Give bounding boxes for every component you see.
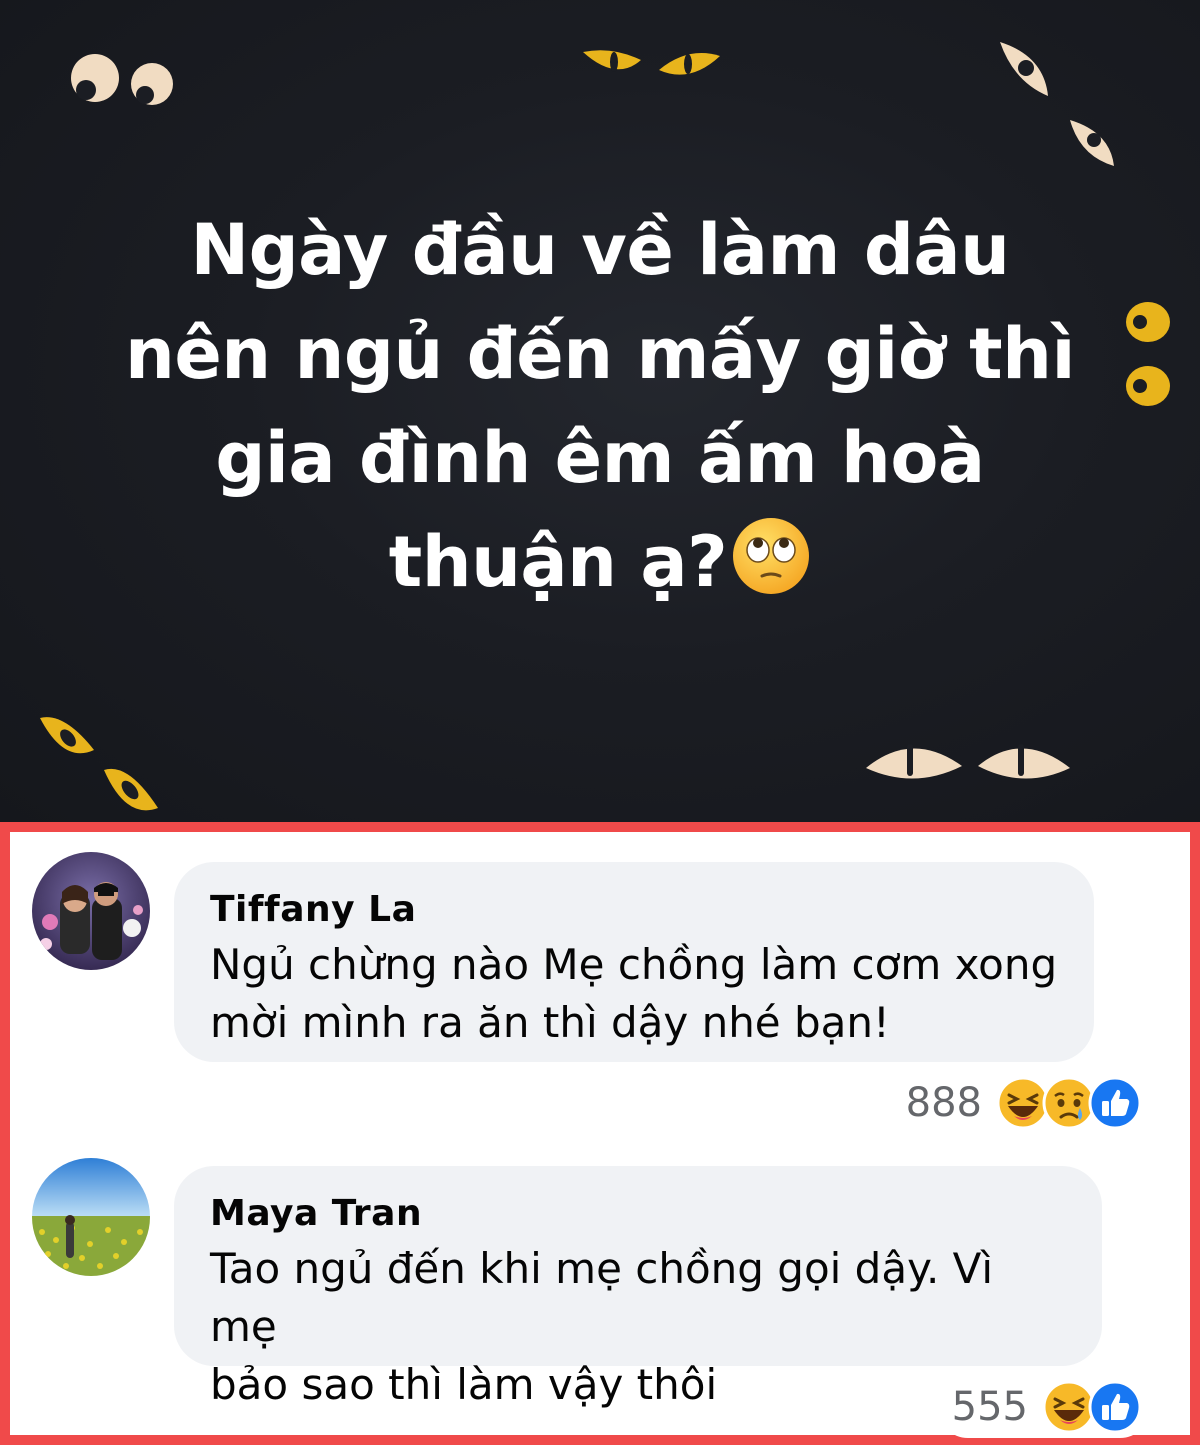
like-icon bbox=[1088, 1076, 1142, 1130]
comments-panel: Tiffany La Ngủ chừng nào Mẹ chồng làm cơ… bbox=[0, 822, 1200, 1445]
reaction-count: 888 bbox=[905, 1080, 982, 1126]
round-eyes-top-left bbox=[71, 54, 173, 105]
comment-text-line: mời mình ra ăn thì dậy nhé bạn! bbox=[210, 998, 890, 1047]
comment-text-line: Tao ngủ đến khi mẹ chồng gọi dậy. Vì mẹ bbox=[210, 1244, 994, 1351]
slanted-eyes-top-right bbox=[1000, 42, 1114, 166]
comment-bubble: Maya Tran Tao ngủ đến khi mẹ chồng gọi d… bbox=[174, 1166, 1102, 1409]
like-icon bbox=[1088, 1380, 1142, 1434]
reaction-summary[interactable]: 888 bbox=[891, 1072, 1150, 1134]
post-line: thuận ạ? bbox=[388, 521, 728, 603]
reaction-summary[interactable]: 555 bbox=[937, 1376, 1150, 1438]
comment-text-line: Ngủ chừng nào Mẹ chồng làm cơm xong bbox=[210, 940, 1058, 989]
post-line: gia đình êm ấm hoà bbox=[215, 417, 985, 499]
avatar[interactable] bbox=[32, 1158, 150, 1276]
profile-photo-icon bbox=[32, 852, 150, 970]
face-with-rolling-eyes-icon bbox=[733, 518, 810, 594]
comment-author[interactable]: Maya Tran bbox=[210, 1192, 1066, 1236]
post-line: nên ngủ đến mấy giờ thì bbox=[125, 313, 1075, 395]
cat-eyes-top-center bbox=[583, 50, 720, 75]
post-image: Ngày đầu về làm dâu nên ngủ đến mấy giờ … bbox=[0, 0, 1200, 822]
comment-text: Tao ngủ đến khi mẹ chồng gọi dậy. Vì mẹ … bbox=[210, 1240, 1066, 1414]
comment-text: Ngủ chừng nào Mẹ chồng làm cơm xong mời … bbox=[210, 936, 1058, 1052]
post-line-last: thuận ạ? bbox=[60, 510, 1140, 614]
comment-bubble: Tiffany La Ngủ chừng nào Mẹ chồng làm cơ… bbox=[174, 862, 1094, 1062]
comment-author[interactable]: Tiffany La bbox=[210, 888, 1058, 932]
post-line: Ngày đầu về làm dâu bbox=[190, 209, 1010, 291]
pale-eyes-bottom-right bbox=[866, 744, 1070, 779]
profile-photo-icon bbox=[32, 1158, 150, 1276]
avatar[interactable] bbox=[32, 852, 150, 970]
yellow-eyes-bottom-left bbox=[40, 717, 158, 811]
post-text: Ngày đầu về làm dâu nên ngủ đến mấy giờ … bbox=[60, 198, 1140, 614]
reaction-count: 555 bbox=[951, 1384, 1028, 1430]
